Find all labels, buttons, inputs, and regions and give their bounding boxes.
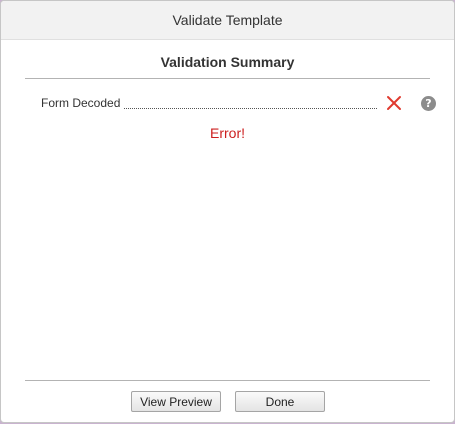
view-preview-button[interactable]: View Preview [131,391,221,412]
dotted-leader [124,98,377,109]
validation-summary-heading: Validation Summary [160,54,295,70]
dialog-titlebar: Validate Template [1,1,454,40]
error-message: Error! [210,125,245,141]
x-icon [385,94,403,112]
dialog-title: Validate Template [172,12,283,28]
done-button[interactable]: Done [235,391,325,412]
help-icon[interactable]: ? [421,95,436,111]
validation-item-label: Form Decoded [41,96,121,110]
validate-template-dialog: Validate Template Validation Summary For… [0,0,455,423]
divider [25,380,430,381]
validation-row-form-decoded: Form Decoded ? [41,94,436,112]
divider [25,78,430,79]
